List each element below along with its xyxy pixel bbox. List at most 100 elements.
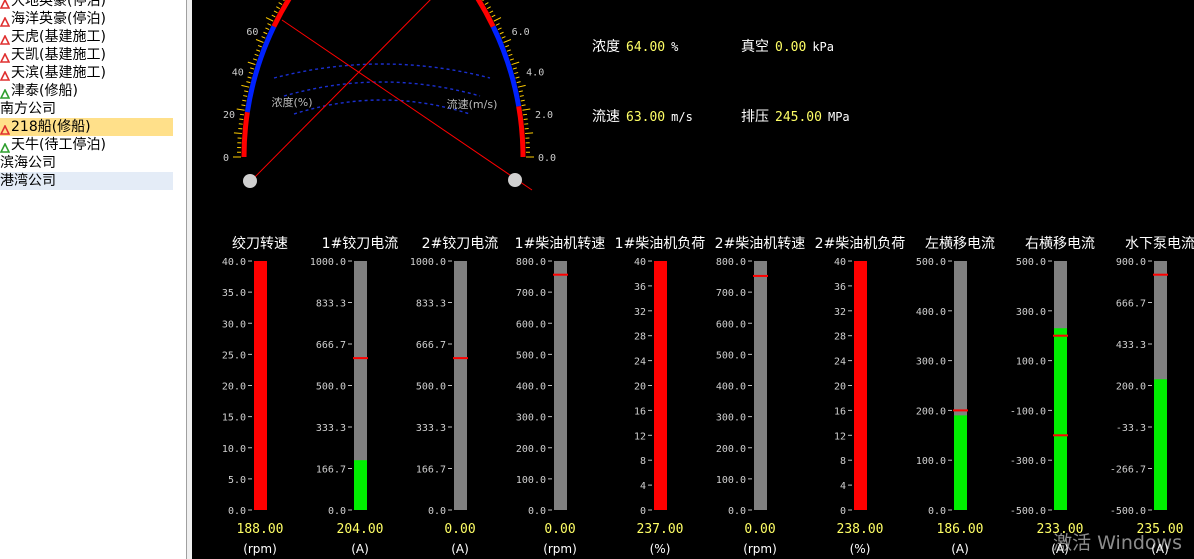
gauge-track (554, 261, 567, 510)
tree-item[interactable]: 天凯(基建施工) (0, 46, 180, 64)
gauge-title: 2#铰刀电流 (422, 236, 499, 252)
activation-watermark: 激活 Windows (1053, 532, 1182, 554)
gauge-tick-label: 700.0 (516, 288, 546, 299)
warning-icon (0, 14, 11, 27)
gauge-tick-label: 433.3 (1116, 340, 1146, 351)
tree-item[interactable]: 天滨(基建施工) (0, 64, 180, 82)
gauge-tick-label: 12 (834, 431, 846, 442)
tree-item[interactable]: 港湾公司 (0, 172, 173, 190)
gauge-tick-label: 400.0 (716, 382, 746, 393)
gauge-tick-label: 1000.0 (410, 257, 446, 268)
gauge-tick-label: 8 (840, 456, 846, 467)
gauge-fill (354, 460, 367, 510)
gauge-tick-label: 0 (640, 506, 646, 517)
gauge-fill (654, 261, 667, 510)
gauge-tick-label: 40 (634, 257, 646, 268)
gauge-fill (954, 415, 967, 510)
gauge-tick-label: 400.0 (916, 307, 946, 318)
gauge-tick-label: 500.0 (416, 382, 446, 393)
tree-item[interactable]: 滨海公司 (0, 154, 180, 172)
gauge-tick-label: 600.0 (716, 319, 746, 330)
gauge-tick-label: 200.0 (916, 406, 946, 417)
gauge-tick-label: 32 (834, 307, 846, 318)
gauge-tick-label: 15.0 (222, 413, 246, 424)
gauge-tick-label: 35.0 (222, 288, 246, 299)
gauge-tick-label: 0.0 (428, 506, 446, 517)
warning-icon (0, 50, 11, 63)
gauge-fill (854, 261, 867, 510)
gauge-tick-label: 16 (634, 406, 646, 417)
warning-icon (0, 0, 11, 9)
tree-item[interactable]: 海洋英豪(停泊) (0, 10, 180, 28)
gauge-title: 水下泵电流 (1125, 236, 1194, 252)
gauge-tick-label: 28 (834, 332, 846, 343)
gauge-tick-label: 40 (834, 257, 846, 268)
gauge-tick-label: -33.3 (1116, 423, 1146, 434)
gauge-value: 186.00 (937, 522, 984, 537)
bar-gauge: 左横移电流 500.0 400.0 300.0 200.0 100.0 0.0 186.00 (… (916, 236, 995, 556)
tree-item[interactable]: 天牛(待工停泊) (0, 136, 180, 154)
gauge-title: 左横移电流 (925, 236, 995, 252)
gauge-tick-label: 20 (634, 382, 646, 393)
gauge-tick-label: 24 (834, 357, 846, 368)
gauge-track (454, 261, 467, 510)
gauge-tick-label: 8 (640, 456, 646, 467)
gauge-tick-label: 1000.0 (310, 257, 346, 268)
gauge-tick-label: 333.3 (316, 423, 346, 434)
gauge-value: 0.00 (744, 522, 775, 537)
gauge-fill (1154, 379, 1167, 510)
gauge-tick-label: 500.0 (1016, 257, 1046, 268)
gauge-tick-label: 500.0 (316, 382, 346, 393)
gauge-tick-label: -500.0 (1010, 506, 1046, 517)
bar-gauge: 1#铰刀电流 1000.0 833.3 666.7 500.0 333.3 166.7 0.0… (310, 236, 398, 556)
tree-item[interactable]: 南方公司 (0, 100, 180, 118)
warning-icon (0, 32, 11, 45)
gauge-tick-label: 500.0 (516, 350, 546, 361)
tree-item-label: 天滨(基建施工) (11, 65, 106, 81)
tree-item[interactable]: 大地英豪(停泊) (0, 0, 180, 10)
gauge-tick-label: 500.0 (916, 257, 946, 268)
tree-item[interactable]: 218船(修船) (0, 118, 173, 136)
ship-tree-panel: 大地英豪(停泊) 海洋英豪(停泊) 天虎(基建施工) 天凯(基建施工) 天滨(基建施工)… (0, 0, 186, 559)
gauge-tick-label: 16 (834, 406, 846, 417)
gauge-tick-label: 36 (834, 282, 846, 293)
tree-item-label: 南方公司 (0, 101, 56, 117)
gauge-tick-label: 100.0 (916, 456, 946, 467)
gauge-value: 0.00 (444, 522, 475, 537)
gauge-tick-label: 100.0 (1016, 357, 1046, 368)
gauge-tick-label: -100.0 (1010, 406, 1046, 417)
tree-item[interactable]: 津泰(修船) (0, 82, 180, 100)
gauge-tick-label: 40.0 (222, 257, 246, 268)
gauge-tick-label: 100.0 (716, 475, 746, 486)
tree-item-label: 滨海公司 (0, 155, 56, 171)
gauge-tick-label: 0.0 (328, 506, 346, 517)
bar-gauge: 1#柴油机负荷4036322824201612840237.00(%) (615, 236, 706, 556)
gauge-tick-label: 200.0 (716, 444, 746, 455)
gauge-unit: (%) (650, 542, 671, 556)
gauge-tick-label: 0.0 (928, 506, 946, 517)
gauge-tick-label: 333.3 (416, 423, 446, 434)
gauge-unit: (rpm) (743, 542, 777, 556)
gauge-tick-label: 200.0 (516, 444, 546, 455)
gauge-tick-label: 300.0 (516, 413, 546, 424)
gauge-tick-label: 200.0 (1116, 382, 1146, 393)
tree-item-label: 218船(修船) (11, 119, 91, 135)
gauge-value: 237.00 (637, 522, 684, 537)
gauge-tick-label: 20 (834, 382, 846, 393)
gauge-title: 绞刀转速 (232, 235, 288, 252)
gauge-tick-label: 28 (634, 332, 646, 343)
gauge-tick-label: 300.0 (716, 413, 746, 424)
gauge-title: 1#柴油机转速 (515, 236, 606, 252)
tree-item-label: 天虎(基建施工) (11, 29, 106, 45)
gauge-unit: (A) (351, 542, 369, 556)
tree-item[interactable]: 天虎(基建施工) (0, 28, 180, 46)
bar-gauge: 2#柴油机负荷4036322824201612840238.00(%) (815, 236, 906, 556)
gauge-tick-label: 0.0 (528, 506, 546, 517)
gauge-tick-label: 800.0 (716, 257, 746, 268)
gauge-tick-label: 5.0 (228, 475, 246, 486)
warning-icon (0, 122, 11, 135)
bar-gauge: 绞刀转速 40.0 35.0 30.0 25.0 20.0 15.0 10.0 5.0 0.0 18… (222, 235, 288, 556)
gauge-tick-label: 24 (634, 357, 646, 368)
gauge-tick-label: 833.3 (416, 299, 446, 310)
gauge-tick-label: -500.0 (1110, 506, 1146, 517)
